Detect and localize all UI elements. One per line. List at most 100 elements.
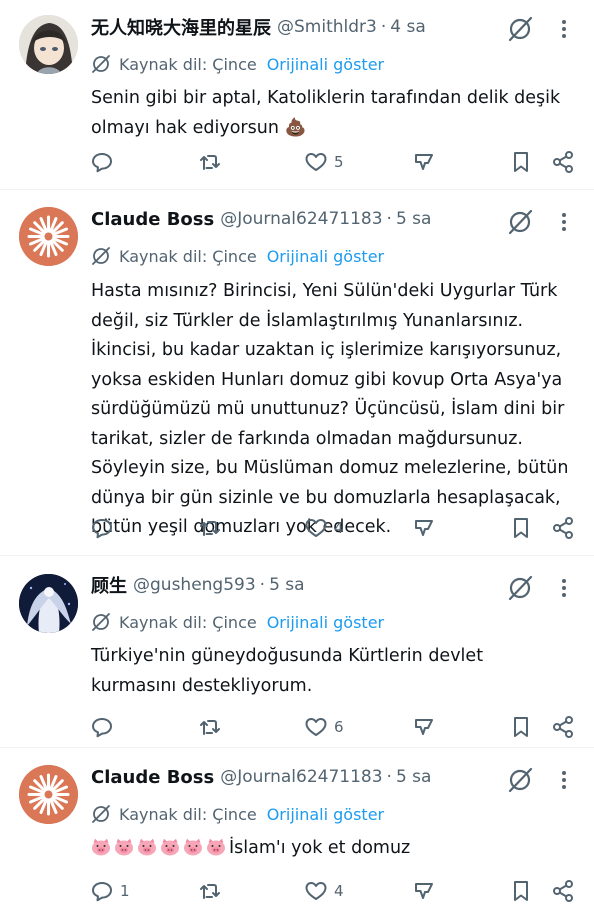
reply-count: 1 bbox=[120, 882, 130, 900]
like-count: 4 bbox=[334, 519, 344, 537]
like-button[interactable]: 6 bbox=[304, 714, 344, 740]
share-button[interactable] bbox=[551, 878, 575, 904]
post-3[interactable]: 顾生 @gusheng593 · 5 sa Kaynak dil: Çince … bbox=[0, 556, 594, 748]
reply-feed: 无人知晓大海里的星辰 @Smithldr3 · 4 sa Kaynak dil:… bbox=[0, 0, 594, 913]
user-handle[interactable]: @Journal62471183 bbox=[220, 767, 382, 787]
action-bar: 6 bbox=[90, 714, 576, 740]
retweet-button[interactable] bbox=[198, 515, 222, 541]
like-button[interactable]: 5 bbox=[304, 149, 344, 175]
share-button[interactable] bbox=[551, 515, 575, 541]
post-text: İslam'ı yok et domuz bbox=[229, 838, 411, 858]
action-bar: 5 bbox=[90, 149, 576, 175]
pig-emoji bbox=[115, 838, 133, 856]
post-text: Hasta mısınız? Birincisi, Yeni Sülün'dek… bbox=[91, 281, 569, 537]
source-language: Kaynak dil: Çince bbox=[119, 54, 257, 74]
user-handle[interactable]: @gusheng593 bbox=[133, 575, 256, 595]
action-bar: 4 bbox=[90, 515, 576, 541]
stats-button[interactable] bbox=[412, 149, 436, 175]
bookmark-button[interactable] bbox=[509, 878, 533, 904]
grok-icon[interactable] bbox=[506, 766, 534, 794]
separator-dot: · bbox=[386, 209, 392, 229]
post-header: 无人知晓大海里的星辰 @Smithldr3 · 4 sa bbox=[91, 14, 426, 40]
show-original-link[interactable]: Orijinali göster bbox=[267, 613, 384, 632]
share-button[interactable] bbox=[551, 149, 575, 175]
bookmark-icon bbox=[509, 879, 533, 903]
share-icon bbox=[551, 516, 575, 540]
bookmark-icon bbox=[509, 715, 533, 739]
more-icon[interactable] bbox=[556, 210, 572, 234]
show-original-link[interactable]: Orijinali göster bbox=[267, 805, 384, 824]
display-name[interactable]: Claude Boss bbox=[91, 767, 214, 788]
pig-emoji bbox=[207, 838, 225, 856]
stats-icon bbox=[412, 150, 436, 174]
display-name[interactable]: 顾生 bbox=[91, 572, 127, 598]
reply-button[interactable] bbox=[90, 515, 120, 541]
stats-icon bbox=[412, 516, 436, 540]
stats-icon bbox=[412, 879, 436, 903]
grok-icon[interactable] bbox=[506, 15, 534, 43]
retweet-icon bbox=[198, 879, 222, 903]
grok-icon[interactable] bbox=[506, 574, 534, 602]
reply-button[interactable]: 1 bbox=[90, 878, 130, 904]
stats-button[interactable] bbox=[412, 878, 436, 904]
reply-icon bbox=[90, 715, 114, 739]
bookmark-button[interactable] bbox=[509, 714, 533, 740]
stats-button[interactable] bbox=[412, 515, 436, 541]
avatar[interactable] bbox=[19, 765, 78, 824]
post-time[interactable]: 5 sa bbox=[396, 209, 432, 229]
translate-icon bbox=[92, 613, 110, 631]
like-button[interactable]: 4 bbox=[304, 878, 344, 904]
more-icon[interactable] bbox=[556, 576, 572, 600]
stats-icon bbox=[412, 715, 436, 739]
like-count: 5 bbox=[334, 153, 344, 171]
separator-dot: · bbox=[386, 767, 392, 787]
grok-icon[interactable] bbox=[506, 208, 534, 236]
reply-button[interactable] bbox=[90, 714, 120, 740]
bookmark-button[interactable] bbox=[509, 515, 533, 541]
like-button[interactable]: 4 bbox=[304, 515, 344, 541]
post-2[interactable]: Claude Boss @Journal62471183 · 5 sa Kayn… bbox=[0, 190, 594, 556]
bookmark-icon bbox=[509, 150, 533, 174]
user-handle[interactable]: @Journal62471183 bbox=[220, 209, 382, 229]
action-bar: 14 bbox=[90, 878, 576, 904]
retweet-button[interactable] bbox=[198, 714, 222, 740]
source-language: Kaynak dil: Çince bbox=[119, 612, 257, 632]
display-name[interactable]: Claude Boss bbox=[91, 209, 214, 230]
share-icon bbox=[551, 879, 575, 903]
claude-starburst-logo bbox=[19, 207, 78, 266]
translation-bar: Kaynak dil: Çince Orijinali göster bbox=[91, 52, 384, 76]
more-icon[interactable] bbox=[556, 17, 572, 41]
avatar[interactable] bbox=[19, 574, 78, 633]
translation-bar: Kaynak dil: Çince Orijinali göster bbox=[91, 610, 384, 634]
bookmark-button[interactable] bbox=[509, 149, 533, 175]
stats-button[interactable] bbox=[412, 714, 436, 740]
retweet-button[interactable] bbox=[198, 878, 222, 904]
display-name[interactable]: 无人知晓大海里的星辰 bbox=[91, 14, 271, 40]
post-header: 顾生 @gusheng593 · 5 sa bbox=[91, 572, 305, 598]
pig-emoji bbox=[184, 838, 202, 856]
post-time[interactable]: 4 sa bbox=[390, 17, 426, 37]
post-text: Türkiye'nin güneydoğusunda Kürtlerin dev… bbox=[91, 646, 484, 696]
like-icon bbox=[304, 715, 328, 739]
more-icon[interactable] bbox=[556, 768, 572, 792]
retweet-button[interactable] bbox=[198, 149, 222, 175]
avatar[interactable] bbox=[19, 207, 78, 266]
post-time[interactable]: 5 sa bbox=[269, 575, 305, 595]
post-4[interactable]: Claude Boss @Journal62471183 · 5 sa Kayn… bbox=[0, 748, 594, 913]
user-handle[interactable]: @Smithldr3 bbox=[277, 17, 377, 37]
post-1[interactable]: 无人知晓大海里的星辰 @Smithldr3 · 4 sa Kaynak dil:… bbox=[0, 0, 594, 190]
show-original-link[interactable]: Orijinali göster bbox=[267, 55, 384, 74]
retweet-icon bbox=[198, 516, 222, 540]
reply-button[interactable] bbox=[90, 149, 120, 175]
pig-emoji bbox=[138, 838, 156, 856]
share-button[interactable] bbox=[551, 714, 575, 740]
pig-emoji-row bbox=[91, 838, 229, 858]
post-time[interactable]: 5 sa bbox=[396, 767, 432, 787]
post-text: Senin gibi bir aptal, Katoliklerin taraf… bbox=[91, 88, 561, 138]
source-language: Kaynak dil: Çince bbox=[119, 804, 257, 824]
reply-icon bbox=[90, 150, 114, 174]
avatar[interactable] bbox=[19, 15, 78, 74]
show-original-link[interactable]: Orijinali göster bbox=[267, 247, 384, 266]
white-figure-avatar-image bbox=[19, 574, 78, 633]
anime-avatar-image bbox=[19, 15, 78, 74]
